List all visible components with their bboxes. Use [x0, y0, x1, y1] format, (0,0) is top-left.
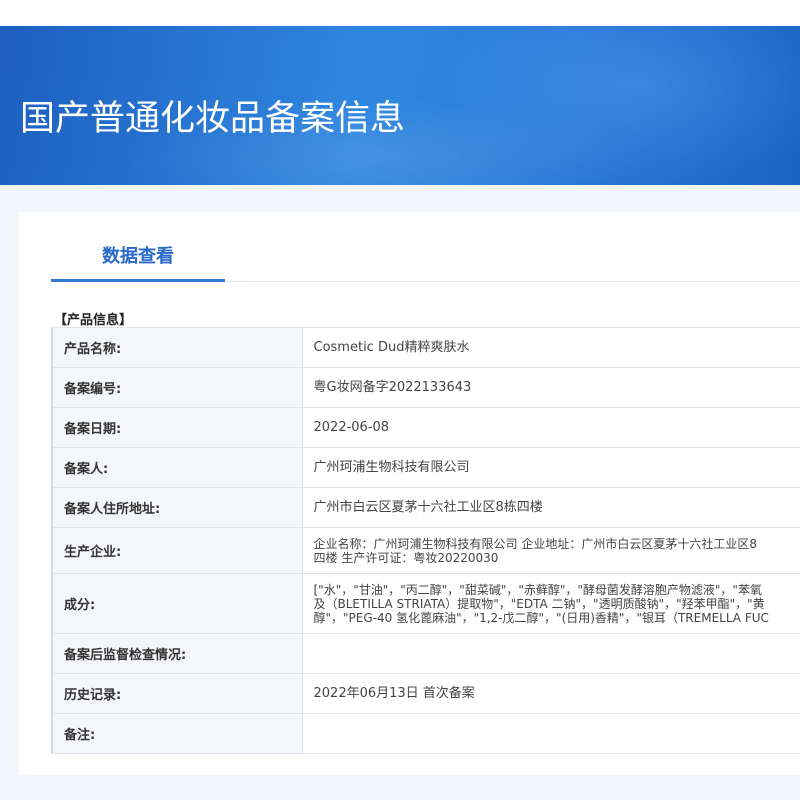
field-label: 产品名称:: [51, 327, 303, 368]
product-info-table: 产品名称: Cosmetic Dud精粹爽肤水 备案编号: 粤G妆网备字2022…: [51, 327, 800, 754]
header-banner: 国产普通化妆品备案信息: [0, 26, 800, 185]
registrant-address-value: 广州市白云区夏茅十六社工业区8栋四楼: [301, 487, 800, 528]
page-title: 国产普通化妆品备案信息: [20, 99, 406, 139]
history-value: 2022年06月13日 首次备案: [301, 673, 800, 714]
banner-decoration: [430, 26, 800, 185]
table-row: 备案人住所地址: 广州市白云区夏茅十六社工业区8栋四楼: [51, 487, 800, 528]
manufacturer-line: 四楼 生产许可证：粤妆20220030: [313, 550, 499, 565]
table-row: 备注:: [51, 713, 800, 754]
manufacturer-line: 企业名称：广州珂浦生物科技有限公司 企业地址：广州市白云区夏茅十六社工业区8: [313, 536, 757, 551]
table-row: 备案日期: 2022-06-08: [51, 407, 800, 448]
record-number-value: 粤G妆网备字2022133643: [301, 367, 800, 408]
manufacturer-value: 企业名称：广州珂浦生物科技有限公司 企业地址：广州市白云区夏茅十六社工业区8 四…: [301, 527, 800, 574]
ingredients-line: ["水"，"甘油"，"丙二醇"，"甜菜碱"，"赤藓醇"，"酵母菌发酵溶胞产物滤液…: [313, 582, 762, 597]
field-label: 备案人住所地址:: [51, 487, 303, 528]
ingredients-line: 醇"，"PEG-40 氢化蓖麻油"，"1,2-戊二醇"，"(日用)香精"，"银耳…: [313, 610, 769, 625]
field-label: 备案编号:: [51, 367, 303, 408]
field-label: 备案后监督检查情况:: [51, 633, 303, 674]
section-title: 【产品信息】: [54, 313, 133, 328]
field-label: 成分:: [51, 573, 303, 634]
field-label: 备注:: [51, 713, 303, 754]
table-row: 备案后监督检查情况:: [51, 633, 800, 674]
record-date-value: 2022-06-08: [301, 407, 800, 448]
field-label: 备案日期:: [51, 407, 303, 448]
table-row: 产品名称: Cosmetic Dud精粹爽肤水: [51, 327, 800, 368]
tab-data-view[interactable]: 数据查看: [51, 230, 225, 282]
product-name-value: Cosmetic Dud精粹爽肤水: [301, 327, 800, 368]
field-label: 备案人:: [51, 447, 303, 488]
ingredients-value: ["水"，"甘油"，"丙二醇"，"甜菜碱"，"赤藓醇"，"酵母菌发酵溶胞产物滤液…: [301, 573, 800, 634]
table-row: 历史记录: 2022年06月13日 首次备案: [51, 673, 800, 714]
field-label: 生产企业:: [51, 527, 303, 574]
ingredients-line: 及（BLETILLA STRIATA）提取物"，"EDTA 二钠"，"透明质酸钠…: [313, 596, 765, 611]
post-inspection-value: [301, 633, 800, 674]
remarks-value: [301, 713, 800, 754]
table-row: 备案人: 广州珂浦生物科技有限公司: [51, 447, 800, 488]
field-label: 历史记录:: [51, 673, 303, 714]
tab-bar: 数据查看: [51, 230, 800, 282]
table-row: 生产企业: 企业名称：广州珂浦生物科技有限公司 企业地址：广州市白云区夏茅十六社…: [51, 527, 800, 574]
table-row: 成分: ["水"，"甘油"，"丙二醇"，"甜菜碱"，"赤藓醇"，"酵母菌发酵溶胞…: [51, 573, 800, 634]
table-row: 备案编号: 粤G妆网备字2022133643: [51, 367, 800, 408]
registrant-value: 广州珂浦生物科技有限公司: [301, 447, 800, 488]
